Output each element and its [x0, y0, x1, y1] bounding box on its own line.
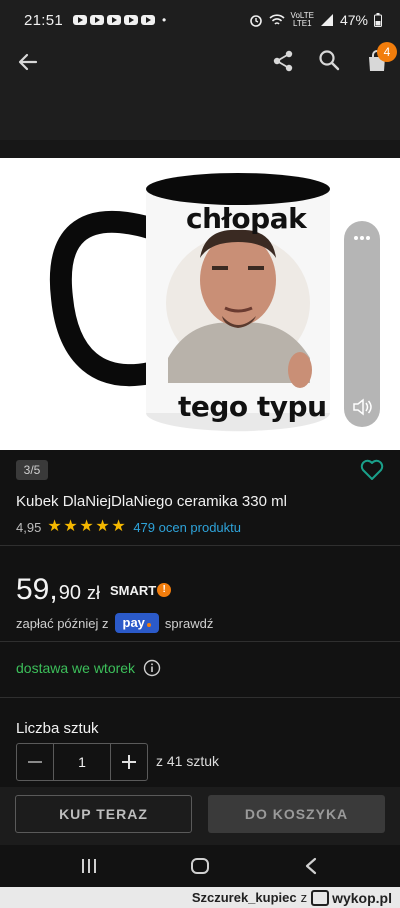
star-icon: ★: [79, 518, 94, 535]
reviews-link[interactable]: 479 ocen produktu: [133, 520, 241, 535]
back-icon[interactable]: [304, 857, 318, 875]
heart-icon[interactable]: [360, 459, 384, 481]
youtube-notification-icon: [141, 15, 156, 25]
back-arrow-icon[interactable]: [14, 48, 42, 76]
network-type: VoLTE LTE1: [290, 11, 314, 28]
price-cents: 90: [58, 582, 81, 604]
minus-icon: [28, 761, 42, 763]
more-notifications-dot: •: [162, 13, 167, 27]
decrease-quantity-button[interactable]: [17, 744, 53, 780]
stock-count: z 41 sztuk: [156, 753, 220, 769]
youtube-notification-icon: [90, 15, 105, 25]
plus-icon: [122, 755, 136, 769]
mug-text-top: chłopak: [186, 202, 307, 235]
system-navigation-bar: [0, 845, 400, 887]
quantity-label: Liczba sztuk: [16, 720, 99, 737]
app-bar: [0, 40, 400, 140]
mug-text-bottom: tego typu: [178, 390, 327, 423]
status-bar: 21:51 • VoLTE LTE1 47%: [0, 0, 400, 40]
watermark-separator: z: [300, 890, 308, 905]
image-counter: 3/5: [16, 460, 48, 480]
add-to-cart-button[interactable]: DO KOSZYKA: [208, 795, 385, 833]
star-icon: ★: [111, 518, 126, 535]
price-currency: zł: [86, 583, 100, 603]
pay-logo[interactable]: pay: [114, 613, 159, 633]
quantity-stepper: 1: [16, 743, 148, 781]
pay-later-prefix: zapłać później z: [16, 615, 109, 631]
star-icon: ★: [95, 518, 110, 535]
more-options-icon[interactable]: [352, 233, 372, 243]
watermark: Szczurek_kupiec z wykop.pl: [0, 887, 400, 908]
volume-icon[interactable]: [351, 397, 373, 417]
pay-later-link[interactable]: sprawdź: [165, 616, 213, 631]
divider: [0, 641, 400, 642]
bottom-action-bar: KUP TERAZ DO KOSZYKA: [0, 787, 400, 845]
price: 59, 90 zł SMART !: [16, 573, 172, 607]
share-icon[interactable]: [270, 48, 296, 74]
status-time: 21:51: [24, 11, 64, 29]
product-title: Kubek DlaNiejDlaNiego ceramika 330 ml: [16, 493, 287, 510]
delivery-text: dostawa we wtorek: [16, 660, 136, 676]
signal-icon: [320, 14, 333, 26]
smart-badge[interactable]: SMART !: [110, 583, 172, 598]
star-icon: ★: [63, 518, 78, 535]
battery-icon: [374, 13, 382, 27]
media-controls-pill: [344, 221, 380, 427]
youtube-notification-icon: [107, 15, 122, 25]
product-image[interactable]: chłopak tego typu: [0, 158, 400, 450]
smart-exclamation-icon: !: [157, 583, 172, 597]
rating-row: 4,95 ★ ★ ★ ★ ★ 479 ocen produktu: [16, 519, 241, 535]
wifi-icon: [268, 14, 285, 25]
divider: [0, 545, 400, 546]
wykop-logo-icon: [311, 889, 330, 906]
alarm-icon: [249, 15, 262, 27]
search-icon[interactable]: [316, 47, 342, 73]
increase-quantity-button[interactable]: [111, 744, 147, 780]
status-icons: VoLTE LTE1 47%: [249, 12, 382, 28]
quantity-input[interactable]: 1: [53, 744, 111, 780]
pay-later-row: zapłać później z pay sprawdź: [16, 613, 213, 633]
delivery-info: dostawa we wtorek: [16, 659, 161, 677]
buy-now-button[interactable]: KUP TERAZ: [15, 795, 192, 833]
cart-count-badge[interactable]: 4: [377, 42, 397, 62]
rating-value: 4,95: [16, 519, 42, 535]
youtube-notification-icon: [73, 15, 88, 25]
youtube-notification-icon: [124, 15, 139, 25]
wykop-logo: wykop.pl: [311, 889, 392, 906]
price-main: 59,: [16, 573, 58, 606]
divider: [0, 697, 400, 698]
recent-apps-icon[interactable]: [80, 857, 98, 875]
pay-logo-dot: [146, 623, 151, 627]
info-icon[interactable]: [143, 659, 161, 677]
watermark-user: Szczurek_kupiec: [191, 890, 297, 905]
battery-percent: 47%: [339, 12, 368, 28]
star-icon: ★: [47, 518, 62, 535]
header-divider: [0, 140, 400, 158]
star-rating: ★ ★ ★ ★ ★: [47, 519, 127, 535]
home-icon[interactable]: [190, 857, 210, 875]
